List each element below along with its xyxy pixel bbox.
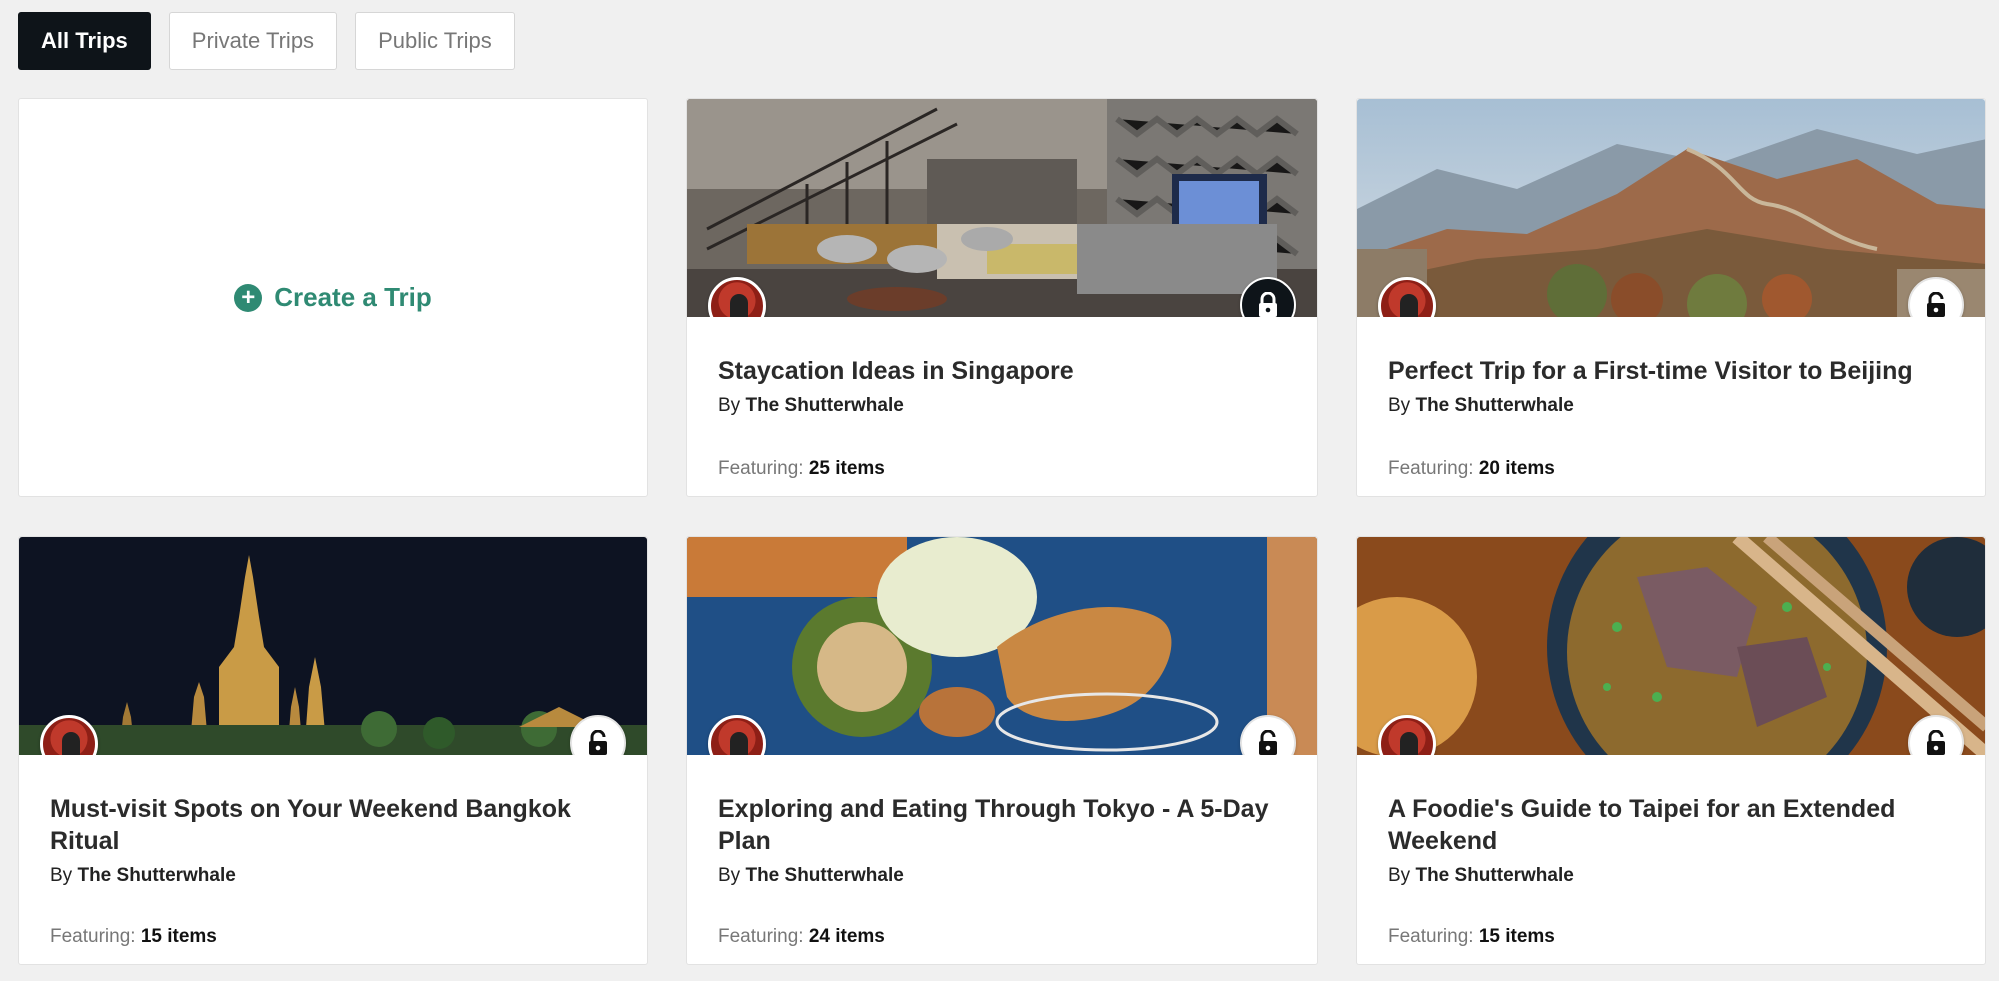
- trip-author: By The Shutterwhale: [1388, 395, 1574, 416]
- create-trip-card[interactable]: + Create a Trip: [18, 98, 648, 497]
- plus-circle-icon: +: [234, 283, 263, 312]
- trip-featuring: Featuring: 20 items: [1388, 458, 1555, 479]
- trip-cover-image: [1357, 537, 1985, 755]
- trip-card-beijing[interactable]: Perfect Trip for a First-time Visitor to…: [1356, 98, 1986, 497]
- trip-cover-image: [19, 537, 647, 755]
- trip-author: By The Shutterwhale: [718, 865, 904, 886]
- trip-cover-image: [687, 99, 1317, 317]
- trip-featuring: Featuring: 15 items: [1388, 926, 1555, 947]
- create-trip-button[interactable]: + Create a Trip: [234, 282, 432, 313]
- trip-cover-image: [1357, 99, 1985, 317]
- trip-title[interactable]: Perfect Trip for a First-time Visitor to…: [1388, 355, 1953, 387]
- trip-featuring: Featuring: 24 items: [718, 926, 885, 947]
- trip-title[interactable]: A Foodie's Guide to Taipei for an Extend…: [1388, 793, 1953, 857]
- tab-private-trips[interactable]: Private Trips: [168, 12, 338, 70]
- trip-author: By The Shutterwhale: [1388, 865, 1574, 886]
- trip-card-bangkok[interactable]: Must-visit Spots on Your Weekend Bangkok…: [18, 536, 648, 965]
- trip-title[interactable]: Must-visit Spots on Your Weekend Bangkok…: [50, 793, 615, 857]
- tab-all-trips[interactable]: All Trips: [18, 12, 151, 70]
- trip-author: By The Shutterwhale: [718, 395, 904, 416]
- trip-featuring: Featuring: 15 items: [50, 926, 217, 947]
- trip-title[interactable]: Staycation Ideas in Singapore: [718, 355, 1285, 387]
- trip-cover-image: [687, 537, 1317, 755]
- trips-grid: + Create a Trip Staycation Ideas in Sing…: [18, 98, 1986, 965]
- trip-featuring: Featuring: 25 items: [718, 458, 885, 479]
- trip-card-singapore[interactable]: Staycation Ideas in Singapore By The Shu…: [686, 98, 1318, 497]
- trip-card-taipei[interactable]: A Foodie's Guide to Taipei for an Extend…: [1356, 536, 1986, 965]
- tab-public-trips[interactable]: Public Trips: [355, 12, 515, 70]
- trip-card-tokyo[interactable]: Exploring and Eating Through Tokyo - A 5…: [686, 536, 1318, 965]
- create-trip-label: Create a Trip: [274, 282, 432, 312]
- trip-author: By The Shutterwhale: [50, 865, 236, 886]
- trip-title[interactable]: Exploring and Eating Through Tokyo - A 5…: [718, 793, 1285, 857]
- trip-filter-tabs: All Trips Private Trips Public Trips: [18, 12, 515, 70]
